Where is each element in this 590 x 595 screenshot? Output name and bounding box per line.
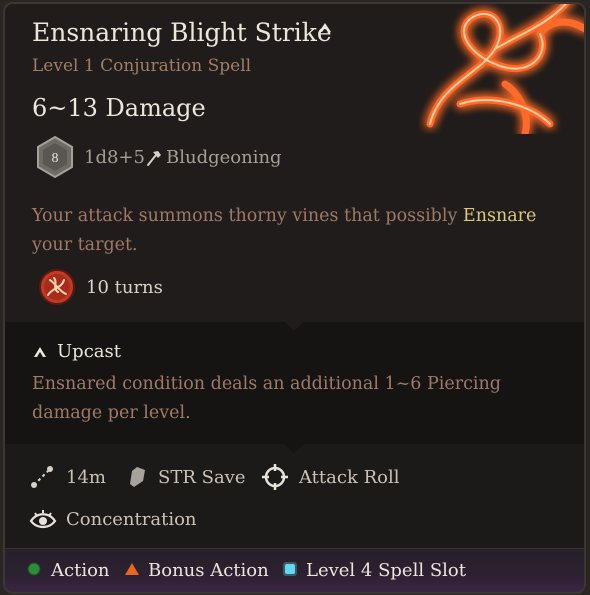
ensnare-condition-icon	[39, 269, 75, 305]
spell-description: Your attack summons thorny vines that po…	[32, 206, 537, 255]
action-cost: Action	[51, 560, 110, 581]
action-resource-icon	[27, 562, 41, 576]
bonus-action-cost: Bonus Action	[148, 560, 269, 581]
shield-save-icon	[130, 467, 145, 487]
spell-title: Ensnaring Blight Strike	[32, 18, 332, 47]
concentration-eye-icon	[29, 510, 57, 529]
ensnare-keyword-link[interactable]: Ensnare	[463, 206, 536, 226]
damage-range: 6~13 Damage	[32, 94, 206, 122]
damage-dice: 1d8+5	[84, 147, 145, 168]
upcast-chevron-icon	[319, 23, 331, 32]
damage-type: Bludgeoning	[166, 147, 282, 168]
spell-tooltip: Ensnaring Blight Strike Level 1 Conjurat…	[3, 2, 586, 594]
dice-face-label: 8	[52, 151, 59, 166]
upcast-icon	[34, 347, 46, 357]
spell-slot-cost: Level 4 Spell Slot	[306, 560, 466, 581]
crosshair-icon	[262, 464, 288, 490]
concentration-label: Concentration	[66, 509, 197, 530]
saving-throw: STR Save	[158, 467, 246, 488]
range-icon	[31, 466, 53, 488]
upcast-label: Upcast	[57, 341, 121, 362]
hammer-icon	[147, 151, 161, 166]
spell-rune-icon	[426, 4, 584, 134]
spell-subtitle: Level 1 Conjuration Spell	[32, 56, 252, 76]
bonus-action-resource-icon	[125, 563, 139, 575]
tooltip-properties-section	[5, 444, 584, 548]
d8-dice-icon: 8	[37, 135, 73, 179]
upcast-description: Ensnared condition deals an additional 1…	[32, 374, 501, 423]
attack-roll: Attack Roll	[299, 467, 400, 488]
spell-slot-resource-icon	[283, 562, 297, 576]
range-value: 14m	[66, 467, 106, 488]
duration-text: 10 turns	[86, 277, 163, 298]
